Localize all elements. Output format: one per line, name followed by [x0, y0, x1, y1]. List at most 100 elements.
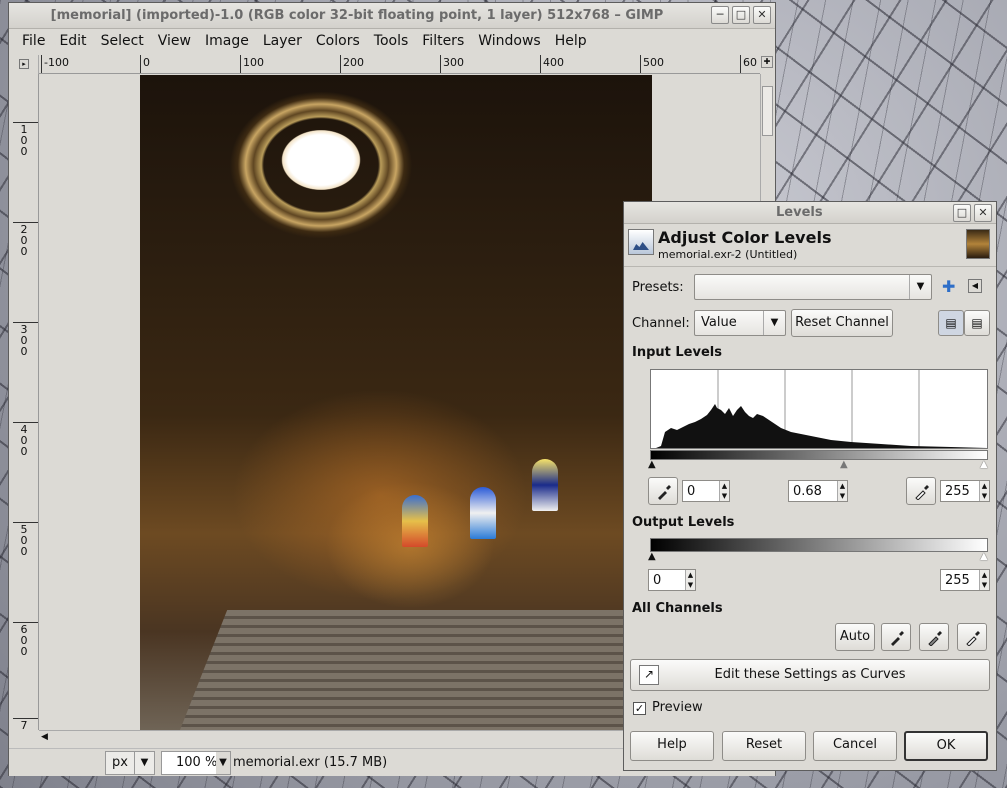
navigate-icon[interactable]: ✚	[761, 56, 773, 68]
pick-gray-all-button[interactable]	[919, 623, 949, 651]
add-preset-icon[interactable]: ✚	[942, 277, 955, 296]
menu-colors[interactable]: Colors	[309, 30, 367, 52]
church-steps	[180, 610, 652, 730]
channel-combo[interactable]: Value ▼	[694, 310, 786, 336]
spin-arrows-icon[interactable]: ▲ ▼	[979, 481, 989, 501]
menubar: File Edit Select View Image Layer Colors…	[9, 29, 775, 53]
output-high-handle[interactable]: ▲	[980, 552, 988, 562]
edit-as-curves-button[interactable]: ↗ Edit these Settings as Curves	[630, 659, 990, 691]
reset-button[interactable]: Reset	[722, 731, 806, 761]
chevron-down-icon[interactable]: ▼	[216, 752, 230, 774]
chevron-down-icon[interactable]: ▼	[763, 311, 785, 335]
auto-button[interactable]: Auto	[835, 623, 875, 651]
black-point-picker[interactable]	[648, 477, 678, 505]
ruler-label: -100	[44, 56, 69, 69]
scroll-left-icon[interactable]: ◀	[41, 732, 48, 742]
ruler-label: 6 0 0	[20, 623, 28, 658]
quick-mask-toggle[interactable]: ▸	[13, 55, 39, 74]
zoom-selector[interactable]: 100 % ▼	[161, 751, 231, 775]
unit-value: px	[112, 755, 128, 770]
input-gamma-handle[interactable]: ▲	[840, 460, 848, 470]
output-levels-title: Output Levels	[632, 515, 735, 530]
edit-as-curves-label: Edit these Settings as Curves	[714, 667, 906, 682]
ok-button[interactable]: OK	[904, 731, 988, 761]
ruler-label: 400	[543, 56, 564, 69]
channel-value: Value	[701, 315, 737, 330]
input-high-spin[interactable]: 255 ▲ ▼	[940, 480, 990, 502]
reset-channel-button[interactable]: Reset Channel	[791, 309, 893, 337]
menu-file[interactable]: File	[15, 30, 52, 52]
menu-edit[interactable]: Edit	[52, 30, 93, 52]
menu-tools[interactable]: Tools	[367, 30, 416, 52]
spin-arrows-icon[interactable]: ▲ ▼	[979, 570, 989, 590]
play-icon: ▸	[19, 59, 29, 69]
input-low-spin[interactable]: 0 ▲ ▼	[682, 480, 730, 502]
input-gradient-bar	[650, 450, 988, 460]
input-low-value: 0	[687, 484, 696, 499]
eyedropper-icon	[966, 631, 980, 646]
presets-label: Presets:	[632, 280, 684, 295]
pick-white-all-button[interactable]	[957, 623, 987, 651]
preset-menu-icon[interactable]: ◀	[968, 279, 982, 293]
spin-arrows-icon[interactable]: ▲ ▼	[685, 570, 695, 590]
menu-filters[interactable]: Filters	[415, 30, 471, 52]
output-low-spin[interactable]: 0 ▲ ▼	[648, 569, 696, 591]
output-low-handle[interactable]: ▲	[648, 552, 656, 562]
vertical-ruler[interactable]: 1 0 0 2 0 0 3 0 0 4 0 0 5 0 0 6 0 0 7	[13, 74, 39, 730]
stained-glass-window	[532, 459, 558, 511]
ruler-label: 200	[343, 56, 364, 69]
spin-arrows-icon[interactable]: ▲ ▼	[837, 481, 847, 501]
menu-view[interactable]: View	[151, 30, 198, 52]
scrollbar-thumb[interactable]	[762, 86, 773, 136]
zoom-value: 100 %	[176, 755, 218, 770]
input-high-value: 255	[945, 484, 970, 499]
menu-windows[interactable]: Windows	[471, 30, 548, 52]
input-low-handle[interactable]: ▲	[648, 460, 656, 470]
maximize-button[interactable]: □	[953, 204, 971, 222]
eyedropper-icon	[915, 485, 929, 500]
cancel-button[interactable]: Cancel	[813, 731, 897, 761]
preview-checkbox[interactable]: ✓	[633, 702, 646, 715]
eyedropper-icon	[658, 485, 671, 500]
channel-label: Channel:	[632, 316, 690, 331]
menu-help[interactable]: Help	[548, 30, 594, 52]
input-gamma-spin[interactable]: 0.68 ▲ ▼	[788, 480, 848, 502]
pick-black-all-button[interactable]	[881, 623, 911, 651]
white-point-picker[interactable]	[906, 477, 936, 505]
ruler-label: 60	[743, 56, 757, 69]
chevron-down-icon[interactable]: ▼	[909, 275, 931, 299]
window-titlebar[interactable]: [memorial] (imported)-1.0 (RGB color 32-…	[9, 3, 775, 29]
file-info-text: memorial.exr (15.7 MB)	[233, 755, 388, 770]
minimize-button[interactable]: ─	[711, 6, 729, 24]
menu-select[interactable]: Select	[94, 30, 151, 52]
presets-combo[interactable]: ▼	[694, 274, 932, 300]
ruler-label: 7	[20, 719, 28, 730]
ruler-label: 4 0 0	[20, 423, 28, 458]
help-button[interactable]: Help	[630, 731, 714, 761]
input-histogram	[650, 369, 988, 449]
menu-image[interactable]: Image	[198, 30, 256, 52]
linear-histogram-icon[interactable]: ▤	[938, 310, 964, 336]
menu-layer[interactable]: Layer	[256, 30, 309, 52]
close-button[interactable]: ✕	[753, 6, 771, 24]
ruler-label: 0	[143, 56, 150, 69]
input-gamma-value: 0.68	[793, 484, 822, 499]
close-button[interactable]: ✕	[974, 204, 992, 222]
maximize-button[interactable]: □	[732, 6, 750, 24]
chevron-down-icon[interactable]: ▼	[134, 752, 154, 774]
output-high-spin[interactable]: 255 ▲ ▼	[940, 569, 990, 591]
unit-selector[interactable]: px ▼	[105, 751, 155, 775]
eyedropper-icon	[891, 631, 904, 646]
ruler-label: 500	[643, 56, 664, 69]
spin-arrows-icon[interactable]: ▲ ▼	[719, 481, 729, 501]
dialog-titlebar[interactable]: Levels □ ✕	[624, 202, 996, 224]
memorial-church-image[interactable]	[140, 75, 652, 730]
dialog-heading: Adjust Color Levels	[658, 228, 832, 247]
log-histogram-icon[interactable]: ▤	[964, 310, 990, 336]
dialog-subtitle: memorial.exr-2 (Untitled)	[658, 248, 798, 261]
input-high-handle[interactable]: ▲	[980, 460, 988, 470]
horizontal-ruler[interactable]: -100 0 100 200 300 400 500 60	[39, 55, 760, 74]
ruler-label: 100	[243, 56, 264, 69]
levels-icon	[628, 229, 654, 255]
preview-label: Preview	[652, 700, 703, 715]
